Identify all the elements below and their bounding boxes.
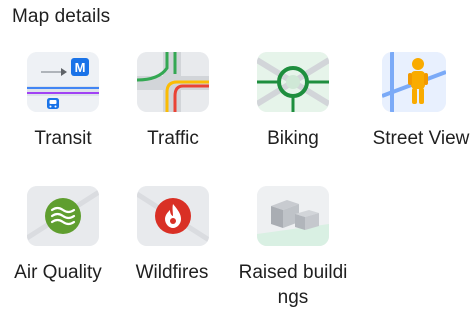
section-title: Map details — [12, 6, 111, 27]
street-view-pegman-icon — [382, 52, 446, 112]
layer-tile-street-view[interactable]: Street View — [358, 52, 469, 182]
layer-tile-traffic[interactable]: Traffic — [118, 52, 228, 162]
traffic-map-icon — [137, 52, 209, 112]
transit-map-icon: M — [27, 52, 99, 112]
layer-label-raised-buildings: Raised buildings — [238, 262, 348, 308]
layer-label-transit: Transit — [34, 128, 92, 149]
layer-label-street-view: Street View — [372, 128, 470, 149]
layer-tile-biking[interactable]: Biking — [238, 52, 348, 162]
layer-label-traffic: Traffic — [147, 128, 199, 149]
layer-tile-air-quality[interactable]: Air Quality — [8, 186, 118, 312]
layer-label-biking: Biking — [267, 128, 319, 149]
biking-map-icon — [257, 52, 329, 112]
layer-tile-transit[interactable]: M Transit — [8, 52, 118, 162]
layer-tile-raised-buildings[interactable]: Raised buildings — [238, 186, 348, 326]
layer-label-air-quality: Air Quality — [14, 262, 102, 283]
layer-tile-wildfires[interactable]: Wildfires — [118, 186, 228, 312]
transit-metro-glyph: M — [75, 60, 86, 75]
layer-label-wildfires: Wildfires — [135, 262, 209, 283]
raised-buildings-icon — [257, 186, 329, 246]
map-details-panel: Map details M Transit Traffic Biking Str… — [0, 0, 472, 329]
wildfire-icon — [137, 186, 209, 246]
air-quality-icon — [27, 186, 99, 246]
